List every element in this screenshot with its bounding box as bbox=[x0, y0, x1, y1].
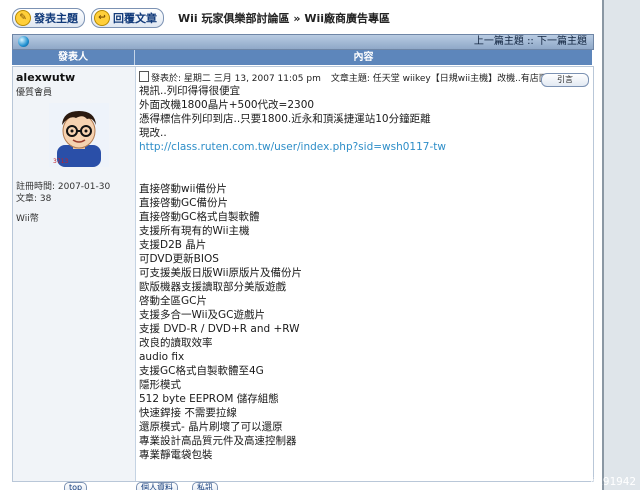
breadcrumb-separator: » bbox=[293, 12, 301, 25]
post-line: 可DVD更新BIOS bbox=[139, 253, 219, 265]
post-content: 發表於: 星期二 三月 13, 2007 11:05 pm 文章主題: 任天堂 … bbox=[137, 67, 593, 481]
post-icon bbox=[139, 71, 149, 82]
post-line: 支援多合一Wii及GC遊戲片 bbox=[139, 309, 265, 321]
post-line: 支援D2B 晶片 bbox=[139, 239, 207, 251]
image-watermark: #191942 bbox=[589, 475, 636, 488]
avatar: 3713 bbox=[49, 103, 109, 167]
new-topic-button[interactable]: ✎ 發表主題 bbox=[12, 8, 85, 28]
post-line: 專業設計高品質元件及高速控制器 bbox=[139, 435, 297, 447]
avatar-image: 3713 bbox=[49, 103, 109, 167]
author-signature: Wii幣 bbox=[16, 214, 39, 224]
reply-button[interactable]: ↩ 回覆文章 bbox=[91, 8, 164, 28]
post-line: 憑得標信件列印到店..只要1800.近永和頂溪捷運站10分鐘距離 bbox=[139, 113, 431, 125]
next-topic-link[interactable]: 下一篇主題 bbox=[537, 36, 587, 47]
new-topic-label: 發表主題 bbox=[34, 12, 78, 25]
author-rank: 優質會員 bbox=[16, 88, 53, 98]
author-panel: alexwutw 優質會員 3713 註冊時間: 2007-01-30 文章: … bbox=[13, 67, 136, 481]
post-subject: 文章主題: 任天堂 wiikey【日規wii主機】改機..有店面 bbox=[330, 74, 548, 84]
post-line: 512 byte EEPROM 儲存組態 bbox=[139, 393, 279, 405]
post-body: 視訊..列印得得很便宜外面改機1800晶片+500代改=2300 憑得標信件列印到… bbox=[139, 84, 589, 462]
post-line: 直接啓動GC格式自製軟體 bbox=[139, 211, 260, 223]
post-date: 發表於: 星期二 三月 13, 2007 11:05 pm bbox=[139, 71, 321, 84]
breadcrumb-board[interactable]: Wii廠商廣告專區 bbox=[304, 12, 390, 25]
pm-button[interactable]: 私訊 bbox=[192, 482, 218, 490]
post-line: 啓動全區GC片 bbox=[139, 295, 207, 307]
author-column-header: 發表人 bbox=[12, 50, 135, 65]
reply-icon: ↩ bbox=[94, 10, 110, 26]
post-header: 發表於: 星期二 三月 13, 2007 11:05 pm 文章主題: 任天堂 … bbox=[139, 71, 591, 84]
globe-icon bbox=[18, 36, 29, 47]
new-topic-icon: ✎ bbox=[15, 10, 31, 26]
forum-page: ✎ 發表主題 ↩ 回覆文章 Wii 玩家俱樂部討論區 » Wii廠商廣告專區 上… bbox=[0, 0, 640, 490]
post-line: 還原模式- 晶片刷壞了可以還原 bbox=[139, 421, 283, 433]
post-line: 快速銲接 不需要拉線 bbox=[139, 407, 237, 419]
post-line: 可支援美版日版Wii原版片及備份片 bbox=[139, 267, 302, 279]
content-column-header: 內容 bbox=[135, 50, 592, 65]
post-footer: top 個人資料 私訊 bbox=[12, 482, 592, 490]
post-date-text: 發表於: 星期二 三月 13, 2007 11:05 pm bbox=[151, 74, 321, 84]
author-post-count: 文章: 38 bbox=[16, 194, 52, 204]
gutter-border bbox=[602, 0, 604, 490]
top-button[interactable]: top bbox=[64, 482, 88, 490]
top-toolbar: ✎ 發表主題 ↩ 回覆文章 Wii 玩家俱樂部討論區 » Wii廠商廣告專區 bbox=[12, 8, 390, 28]
prev-topic-link[interactable]: 上一篇主題 bbox=[474, 36, 524, 47]
topic-nav-links: 上一篇主題 :: 下一篇主題 bbox=[474, 35, 587, 49]
post-line: 現改.. bbox=[139, 127, 167, 139]
post-line: 改良的讀取效率 bbox=[139, 337, 213, 349]
breadcrumb: Wii 玩家俱樂部討論區 » Wii廠商廣告專區 bbox=[178, 10, 390, 26]
post-row: alexwutw 優質會員 3713 註冊時間: 2007-01-30 文章: … bbox=[12, 66, 594, 482]
post-line: 支援GC格式自製軟體至4G bbox=[139, 365, 264, 377]
post-line: 視訊..列印得得很便宜 bbox=[139, 85, 241, 97]
post-line: 支援所有現有的Wii主機 bbox=[139, 225, 250, 237]
profile-button[interactable]: 個人資料 bbox=[136, 482, 178, 490]
author-name[interactable]: alexwutw bbox=[16, 71, 75, 84]
avatar-caption: 3713 bbox=[53, 158, 68, 165]
post-line: 專業靜電袋包裝 bbox=[139, 449, 213, 461]
post-table-header: 發表人 內容 bbox=[12, 50, 592, 65]
post-line: 直接啓動wii備份片 bbox=[139, 183, 227, 195]
reply-label: 回覆文章 bbox=[113, 12, 157, 25]
breadcrumb-forum[interactable]: Wii 玩家俱樂部討論區 bbox=[178, 12, 290, 25]
post-line bbox=[139, 168, 589, 182]
post-line: 隱形模式 bbox=[139, 379, 181, 391]
topic-nav-separator: :: bbox=[527, 36, 534, 47]
post-line: 直接啓動GC備份片 bbox=[139, 197, 228, 209]
page-side-gutter bbox=[602, 0, 640, 490]
post-line bbox=[139, 154, 589, 168]
post-line: audio fix bbox=[139, 351, 185, 363]
post-link[interactable]: http://class.ruten.com.tw/user/index.php… bbox=[139, 140, 589, 154]
post-line: 支援 DVD-R / DVD+R and +RW bbox=[139, 323, 300, 335]
post-line: 歐版機器支援讀取部分美版遊戲 bbox=[139, 281, 286, 293]
topic-navbar: 上一篇主題 :: 下一篇主題 bbox=[12, 34, 594, 50]
post-line: 外面改機1800晶片+500代改=2300 bbox=[139, 99, 315, 111]
